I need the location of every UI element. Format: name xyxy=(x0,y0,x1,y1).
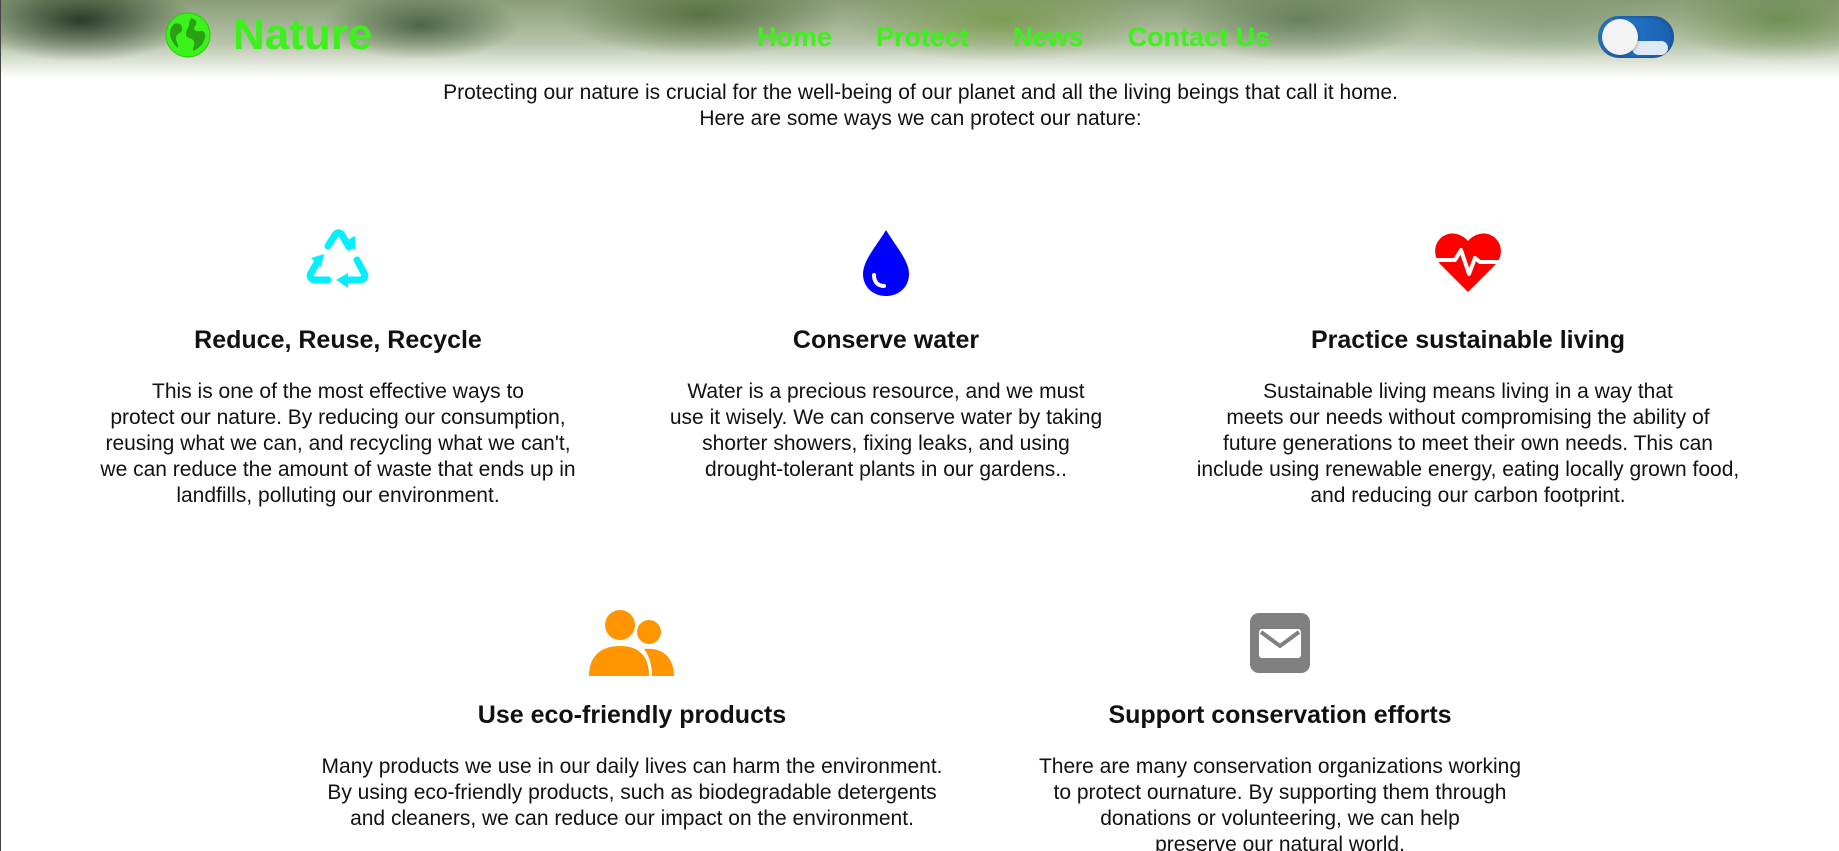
card-water: Conserve water Water is a precious resou… xyxy=(636,226,1136,483)
globe-icon xyxy=(165,12,211,58)
nav-news[interactable]: News xyxy=(1013,20,1084,54)
card-recycle: Reduce, Reuse, Recycle This is one of th… xyxy=(88,226,588,509)
theme-toggle[interactable] xyxy=(1598,16,1674,58)
card-title: Reduce, Reuse, Recycle xyxy=(194,326,482,354)
nav-contact-us[interactable]: Contact Us xyxy=(1128,20,1271,54)
main-nav: Home Protect News Contact Us xyxy=(757,20,1270,54)
card-conservation: Support conservation efforts There are m… xyxy=(1030,606,1530,851)
card-eco-products: Use eco-friendly products Many products … xyxy=(282,606,982,832)
cloud-icon xyxy=(1632,41,1668,55)
intro: Protecting our nature is crucial for the… xyxy=(1,80,1839,132)
intro-line-1: Protecting our nature is crucial for the… xyxy=(443,81,1398,104)
intro-line-2: Here are some ways we can protect our na… xyxy=(699,107,1142,130)
users-icon xyxy=(589,610,674,676)
card-text: This is one of the most effective ways t… xyxy=(100,380,576,507)
envelope-icon xyxy=(1250,613,1310,673)
water-drop-icon xyxy=(863,230,909,296)
brand-name: Nature xyxy=(233,10,373,59)
nav-home[interactable]: Home xyxy=(757,20,832,54)
brand[interactable]: Nature xyxy=(165,12,372,58)
card-text: Many products we use in our daily lives … xyxy=(321,755,943,830)
heart-pulse-icon xyxy=(1435,233,1501,292)
card-text: There are many conservation organization… xyxy=(1038,755,1522,851)
card-text: Sustainable living means living in a way… xyxy=(1196,380,1740,507)
toggle-knob xyxy=(1602,19,1638,55)
card-title: Use eco-friendly products xyxy=(477,701,787,729)
card-sustainable: Practice sustainable living Sustainable … xyxy=(1168,226,1768,509)
site-header: Nature Home Protect News Contact Us xyxy=(1,0,1839,78)
card-title: Practice sustainable living xyxy=(1310,326,1625,354)
nav-protect[interactable]: Protect xyxy=(876,20,969,54)
page: Nature Home Protect News Contact Us Prot… xyxy=(0,0,1839,851)
recycle-icon xyxy=(306,229,369,288)
card-title: Conserve water xyxy=(792,326,980,354)
card-text: Water is a precious resource, and we mus… xyxy=(669,380,1103,481)
card-title: Support conservation efforts xyxy=(1108,701,1452,729)
